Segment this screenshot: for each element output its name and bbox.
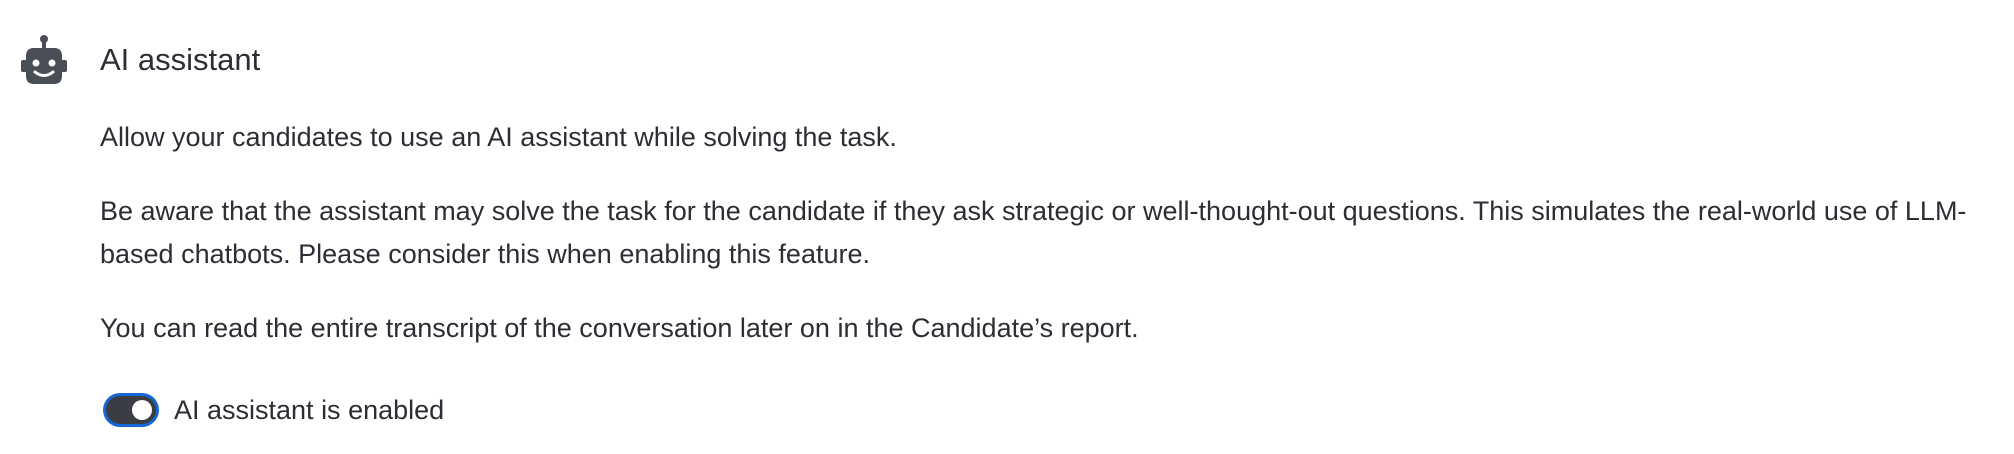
warning-paragraph: Be aware that the assistant may solve th… bbox=[100, 196, 1967, 269]
ai-assistant-toggle[interactable] bbox=[106, 396, 156, 424]
robot-icon bbox=[21, 35, 67, 84]
transcript-paragraph: You can read the entire transcript of th… bbox=[100, 313, 1139, 343]
ai-assistant-toggle-row[interactable]: AI assistant is enabled bbox=[106, 390, 444, 430]
description-paragraph: Allow your candidates to use an AI assis… bbox=[100, 122, 897, 152]
section-title: AI assistant bbox=[100, 42, 261, 77]
toggle-label[interactable]: AI assistant is enabled bbox=[174, 390, 444, 430]
toggle-knob bbox=[132, 400, 152, 420]
ai-assistant-section: AI assistant Allow your candidates to us… bbox=[0, 0, 2014, 454]
